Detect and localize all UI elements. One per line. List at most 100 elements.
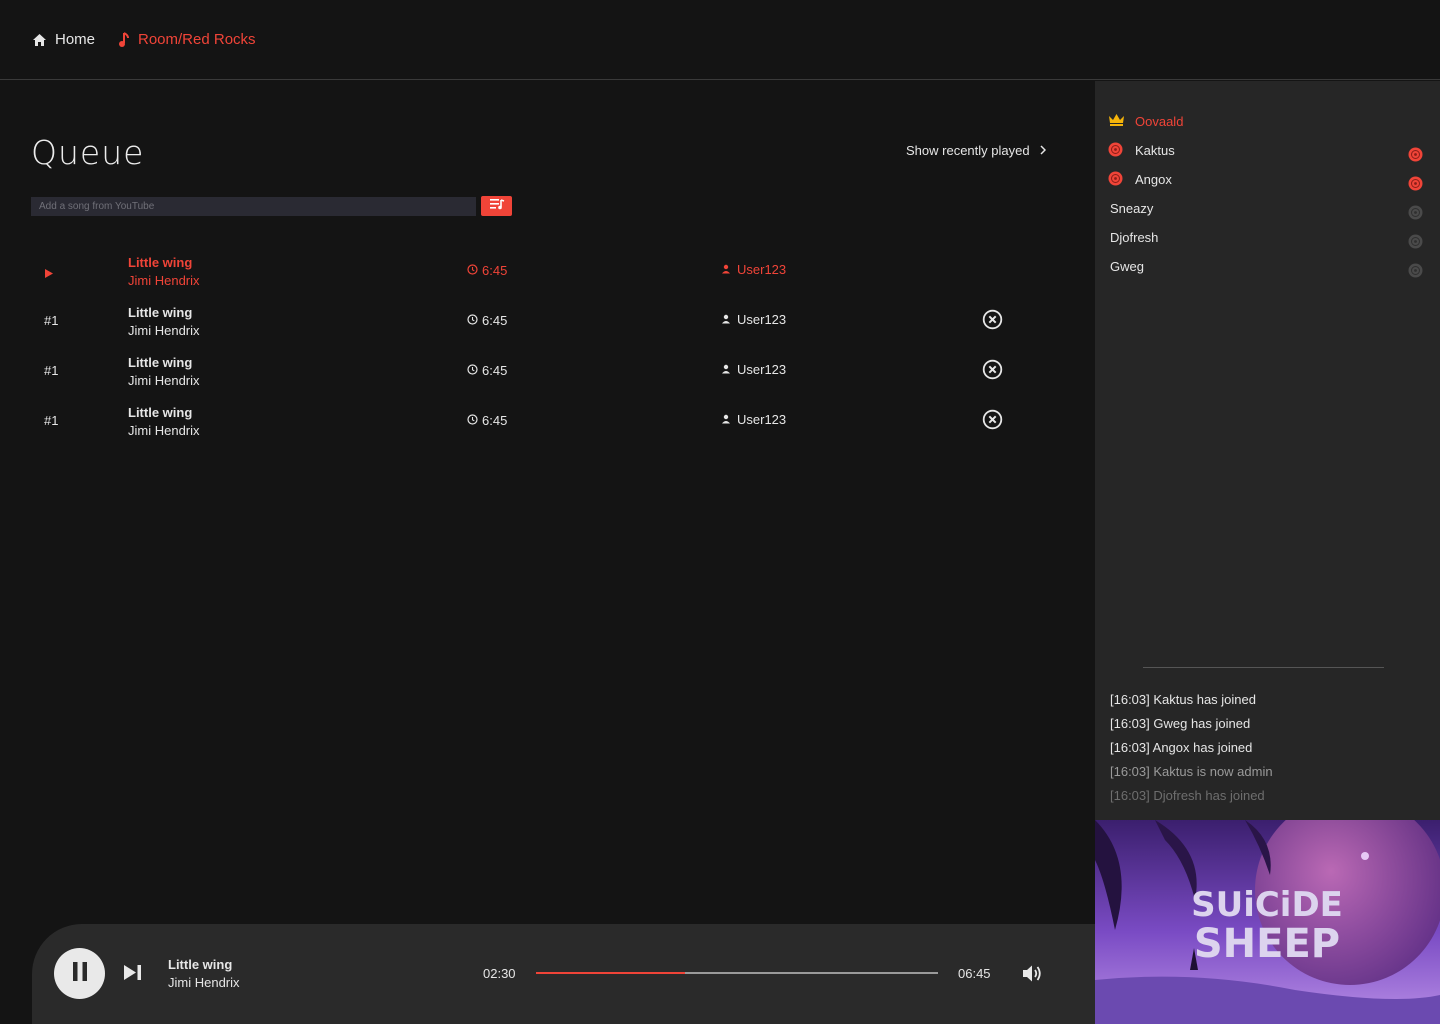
song-duration: 6:45 <box>467 263 507 278</box>
member-item[interactable]: Kaktus <box>1095 139 1440 163</box>
record-toggle-icon[interactable] <box>1408 234 1423 252</box>
pause-button[interactable] <box>54 948 105 999</box>
player-bar: Little wing Jimi Hendrix 02:30 06:45 <box>32 924 1095 1024</box>
queue-row[interactable]: #1 Little wing Jimi Hendrix 6:45 User123 <box>0 398 1095 448</box>
log-entry: [16:03] Angox has joined <box>1110 740 1253 755</box>
elapsed-time: 02:30 <box>483 966 516 981</box>
log-entry: [16:03] Gweg has joined <box>1110 716 1251 731</box>
now-playing-artist: Jimi Hendrix <box>168 975 240 990</box>
volume-button[interactable] <box>1022 964 1043 988</box>
song-title: Little wing <box>128 305 193 320</box>
nav-home-link[interactable]: Home <box>32 31 95 48</box>
nav-home-label: Home <box>55 31 96 48</box>
nav-room-link[interactable]: Room/Red Rocks <box>118 31 256 48</box>
room-sidebar: Oovaald Kaktus Angox Sneazy Djofresh Gwe… <box>1095 81 1440 820</box>
record-toggle-icon[interactable] <box>1408 147 1423 165</box>
song-title: Little wing <box>128 255 193 270</box>
duration-text: 6:45 <box>482 263 508 278</box>
recent-label: Show recently played <box>906 143 1030 158</box>
member-name: Gweg <box>1110 259 1144 274</box>
person-icon <box>721 312 731 327</box>
show-recently-played-button[interactable]: Show recently played <box>906 143 1046 158</box>
member-name: Sneazy <box>1110 201 1154 216</box>
log-entry: [16:03] Kaktus is now admin <box>1110 764 1273 779</box>
record-toggle-icon[interactable] <box>1408 263 1423 281</box>
added-by: User123 <box>721 362 786 377</box>
member-item[interactable]: Djofresh <box>1095 226 1440 250</box>
queue-panel: Queue Show recently played Little wing J… <box>0 81 1095 1024</box>
member-name: Angox <box>1135 172 1172 187</box>
now-playing-title: Little wing <box>168 957 233 972</box>
pause-icon <box>72 961 88 986</box>
member-item[interactable]: Angox <box>1095 168 1440 192</box>
record-toggle-icon[interactable] <box>1408 176 1423 194</box>
close-circle-icon <box>982 309 1003 330</box>
page-title: Queue <box>31 133 145 172</box>
person-icon <box>721 262 731 277</box>
added-by: User123 <box>721 412 786 427</box>
member-name: Djofresh <box>1110 230 1159 245</box>
added-by: User123 <box>721 312 786 327</box>
duration-text: 6:45 <box>482 313 508 328</box>
queue-row[interactable]: #1 Little wing Jimi Hendrix 6:45 User123 <box>0 298 1095 348</box>
song-artist: Jimi Hendrix <box>128 373 200 388</box>
home-icon <box>32 33 47 47</box>
queue-row[interactable]: #1 Little wing Jimi Hendrix 6:45 User123 <box>0 348 1095 398</box>
song-artist: Jimi Hendrix <box>128 273 200 288</box>
sidebar-divider <box>1143 667 1384 668</box>
duration-text: 6:45 <box>482 363 508 378</box>
song-info: Little wing Jimi Hendrix <box>128 304 200 340</box>
remove-song-button[interactable] <box>982 309 1003 335</box>
record-icon <box>1108 142 1123 160</box>
playlist-add-icon <box>489 197 505 215</box>
song-duration: 6:45 <box>467 313 507 328</box>
log-entry: [16:03] Kaktus has joined <box>1110 692 1256 707</box>
skip-next-icon <box>124 965 141 980</box>
user-name: User123 <box>737 412 787 427</box>
add-to-queue-button[interactable] <box>481 196 512 216</box>
chevron-right-icon <box>1040 143 1046 158</box>
member-item[interactable]: Gweg <box>1095 255 1440 279</box>
song-info: Little wing Jimi Hendrix <box>128 354 200 390</box>
record-toggle-icon[interactable] <box>1408 205 1423 223</box>
user-name: User123 <box>737 362 787 377</box>
now-playing-info: Little wing Jimi Hendrix <box>168 956 240 992</box>
music-note-icon <box>118 31 130 48</box>
crown-icon <box>1108 113 1125 129</box>
song-duration: 6:45 <box>467 413 507 428</box>
member-item-owner[interactable]: Oovaald <box>1095 110 1440 134</box>
volume-icon <box>1023 965 1041 982</box>
remove-song-button[interactable] <box>982 409 1003 435</box>
user-name: User123 <box>737 262 787 277</box>
queue-row-current[interactable]: Little wing Jimi Hendrix 6:45 User123 <box>0 248 1095 298</box>
add-song-input[interactable] <box>31 197 476 216</box>
member-name: Kaktus <box>1135 143 1175 158</box>
member-item[interactable]: Sneazy <box>1095 197 1440 221</box>
progress-fill <box>536 972 685 974</box>
clock-icon <box>467 263 478 278</box>
skip-next-button[interactable] <box>123 964 142 986</box>
log-entry: [16:03] Djofresh has joined <box>1110 788 1265 803</box>
member-name: Oovaald <box>1135 114 1184 129</box>
song-duration: 6:45 <box>467 363 507 378</box>
play-indicator-icon <box>45 265 53 283</box>
remove-song-button[interactable] <box>982 359 1003 385</box>
song-title: Little wing <box>128 355 193 370</box>
queue-position: #1 <box>44 413 59 428</box>
person-icon <box>721 362 731 377</box>
user-name: User123 <box>737 312 787 327</box>
song-info: Little wing Jimi Hendrix <box>128 404 200 440</box>
album-art-text-line2: SHEEP <box>1194 921 1340 967</box>
queue-position: #1 <box>44 313 59 328</box>
record-icon <box>1108 171 1123 189</box>
nav-room-label: Room/Red Rocks <box>138 31 256 48</box>
song-artist: Jimi Hendrix <box>128 423 200 438</box>
progress-bar[interactable] <box>536 972 938 974</box>
album-art-text-line1: SUiCiDE <box>1191 885 1343 925</box>
duration-text: 6:45 <box>482 413 508 428</box>
queue-position: #1 <box>44 363 59 378</box>
added-by: User123 <box>721 262 786 277</box>
song-title: Little wing <box>128 405 193 420</box>
clock-icon <box>467 413 478 428</box>
close-circle-icon <box>982 409 1003 430</box>
